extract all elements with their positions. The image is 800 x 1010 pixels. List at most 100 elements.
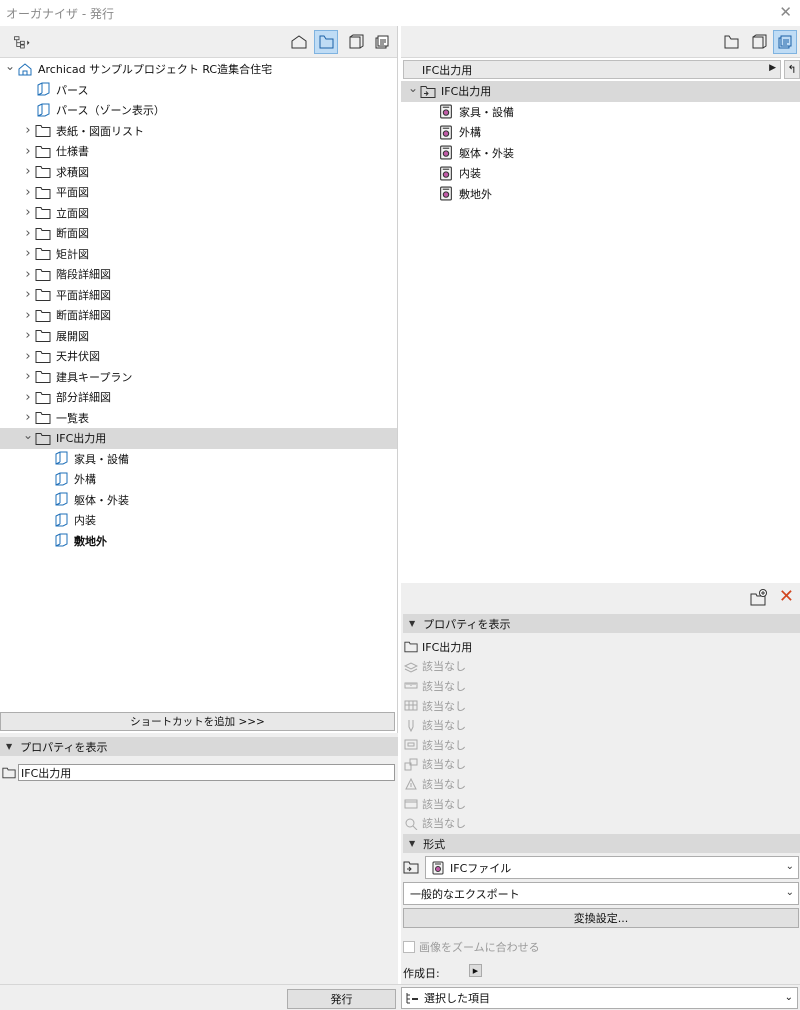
chevron-right-icon[interactable]: › xyxy=(22,390,34,405)
translator-dropdown[interactable]: 一般的なエクスポート ⌄ xyxy=(403,882,799,905)
tree-item[interactable]: › 平面詳細図 xyxy=(0,285,397,306)
publish-button[interactable]: 発行 xyxy=(287,989,396,1009)
view-map-tree: ⌄ Archicad サンプルプロジェクト RC造集合住宅 パース パース（ゾーン表示… xyxy=(0,59,397,551)
view-map-icon xyxy=(319,35,334,49)
tree-item[interactable]: › 求積図 xyxy=(0,162,397,183)
folder-icon xyxy=(34,123,52,139)
folder-icon xyxy=(34,164,52,180)
tree-item[interactable]: › 断面詳細図 xyxy=(0,305,397,326)
folder-name-input[interactable]: IFC出力用 xyxy=(18,764,395,781)
tree-item[interactable]: › 仕様書 xyxy=(0,141,397,162)
view-map-button[interactable] xyxy=(719,30,743,54)
ifc-file-icon xyxy=(437,165,455,181)
chevron-right-icon[interactable]: › xyxy=(22,123,34,138)
layout-book-icon xyxy=(349,34,364,49)
tree-item[interactable]: ⌄ Archicad サンプルプロジェクト RC造集合住宅 xyxy=(0,59,397,80)
publisher-sets-icon xyxy=(778,35,792,49)
property-row: 該当なし xyxy=(401,696,466,716)
delete-icon[interactable]: ✕ xyxy=(779,586,794,607)
chevron-down-icon[interactable]: ⌄ xyxy=(4,59,16,73)
tree-item[interactable]: 外構 xyxy=(0,469,397,490)
format-dropdown[interactable]: IFCファイル ⌄ xyxy=(425,856,799,879)
tree-item[interactable]: › 立面図 xyxy=(0,203,397,224)
tree-item-label: 表紙・図面リスト xyxy=(56,124,144,138)
tree-item[interactable]: 躯体・外装 xyxy=(401,143,800,164)
chevron-down-icon[interactable]: ⌄ xyxy=(407,81,419,95)
tree-item[interactable]: 外構 xyxy=(401,122,800,143)
tree-item[interactable]: ⌄ IFC出力用 xyxy=(401,81,800,102)
chevron-right-icon[interactable]: › xyxy=(22,369,34,384)
tree-item[interactable]: 家具・設備 xyxy=(401,102,800,123)
tree-item-label: 内装 xyxy=(459,167,481,181)
layout-book-button[interactable] xyxy=(746,30,770,54)
tree-item[interactable]: › 部分詳細図 xyxy=(0,387,397,408)
tree-item[interactable]: › 一覧表 xyxy=(0,408,397,429)
format-header[interactable]: ▼ 形式 xyxy=(403,834,800,853)
property-value: 該当なし xyxy=(422,679,466,693)
property-row: 該当なし xyxy=(401,755,466,775)
fit-zoom-option[interactable]: 画像をズームに合わせる xyxy=(403,939,540,955)
chevron-right-icon[interactable]: › xyxy=(22,185,34,200)
close-icon[interactable]: ✕ xyxy=(779,3,792,21)
tree-item-label: 平面詳細図 xyxy=(56,288,111,302)
tree-item[interactable]: パース（ゾーン表示） xyxy=(0,100,397,121)
chevron-down-icon[interactable]: ⌄ xyxy=(22,428,34,442)
tree-item-label: 躯体・外装 xyxy=(459,146,514,160)
chevron-right-icon[interactable]: › xyxy=(22,164,34,179)
publisher-sets-button[interactable] xyxy=(370,30,394,54)
tree-item[interactable]: 内装 xyxy=(0,510,397,531)
folder-icon xyxy=(34,246,52,262)
chevron-right-icon[interactable]: › xyxy=(22,410,34,425)
new-folder-icon[interactable] xyxy=(750,589,768,607)
tree-item[interactable]: 敷地外 xyxy=(0,531,397,552)
publisher-sets-button[interactable] xyxy=(773,30,797,54)
tree-item[interactable]: › 平面図 xyxy=(0,182,397,203)
tree-item[interactable]: ⌄ IFC出力用 xyxy=(0,428,397,449)
chevron-right-icon[interactable]: › xyxy=(22,144,34,159)
tree-item[interactable]: 内装 xyxy=(401,163,800,184)
layout-book-button[interactable] xyxy=(343,30,367,54)
project-map-button[interactable] xyxy=(287,30,311,54)
tree-item[interactable]: 躯体・外装 xyxy=(0,490,397,511)
chevron-right-icon[interactable]: › xyxy=(22,205,34,220)
tree-item[interactable]: › 表紙・図面リスト xyxy=(0,121,397,142)
tree-item[interactable]: 家具・設備 xyxy=(0,449,397,470)
tree-item[interactable]: › 建具キープラン xyxy=(0,367,397,388)
right-properties-header[interactable]: ▼ プロパティを表示 xyxy=(403,614,800,633)
scale-icon xyxy=(403,679,419,693)
source-map-dropdown[interactable] xyxy=(4,30,40,54)
chevron-right-icon[interactable]: › xyxy=(22,308,34,323)
tree-item[interactable]: 敷地外 xyxy=(401,184,800,205)
tree-item[interactable]: › 展開図 xyxy=(0,326,397,347)
view-map-button[interactable] xyxy=(314,30,338,54)
dimension-icon xyxy=(403,797,419,811)
chevron-right-icon[interactable]: › xyxy=(22,328,34,343)
right-toolbar xyxy=(401,26,800,58)
ifc-file-icon xyxy=(437,186,455,202)
tree-item-label: 矩計図 xyxy=(56,247,89,261)
chevron-right-icon[interactable]: › xyxy=(22,287,34,302)
convert-settings-button[interactable]: 変換設定... xyxy=(403,908,799,928)
chevron-right-icon[interactable]: › xyxy=(22,226,34,241)
created-date-row: 作成日: ▶ xyxy=(403,964,482,981)
chevron-right-icon[interactable]: › xyxy=(22,246,34,261)
tree-item[interactable]: パース xyxy=(0,80,397,101)
publish-scope-dropdown[interactable]: 選択した項目 ⌄ xyxy=(401,987,798,1009)
date-picker-button[interactable]: ▶ xyxy=(469,964,482,977)
up-level-button[interactable]: ↰ xyxy=(784,60,800,79)
view-icon xyxy=(52,451,70,467)
ifc-file-icon xyxy=(432,861,444,875)
chevron-right-icon[interactable]: › xyxy=(22,267,34,282)
right-pane: IFC出力用 ▶ ↰ ⌄ IFC出力用 家具・設備 外構躯体・外装内装敷地外 ✕ ▼ … xyxy=(401,26,800,984)
left-properties-header[interactable]: ▼ プロパティを表示 xyxy=(0,737,398,756)
add-shortcut-button[interactable]: ショートカットを追加 >>> xyxy=(0,712,395,731)
fit-zoom-checkbox[interactable] xyxy=(403,941,415,953)
tree-item[interactable]: › 断面図 xyxy=(0,223,397,244)
chevron-right-icon[interactable]: › xyxy=(22,349,34,364)
tree-item[interactable]: › 矩計図 xyxy=(0,244,397,265)
publisher-set-selector[interactable]: IFC出力用 ▶ xyxy=(403,60,781,79)
tree-item-label: 家具・設備 xyxy=(74,452,129,466)
right-properties-title: プロパティを表示 xyxy=(423,617,511,631)
tree-item[interactable]: › 天井伏図 xyxy=(0,346,397,367)
tree-item[interactable]: › 階段詳細図 xyxy=(0,264,397,285)
